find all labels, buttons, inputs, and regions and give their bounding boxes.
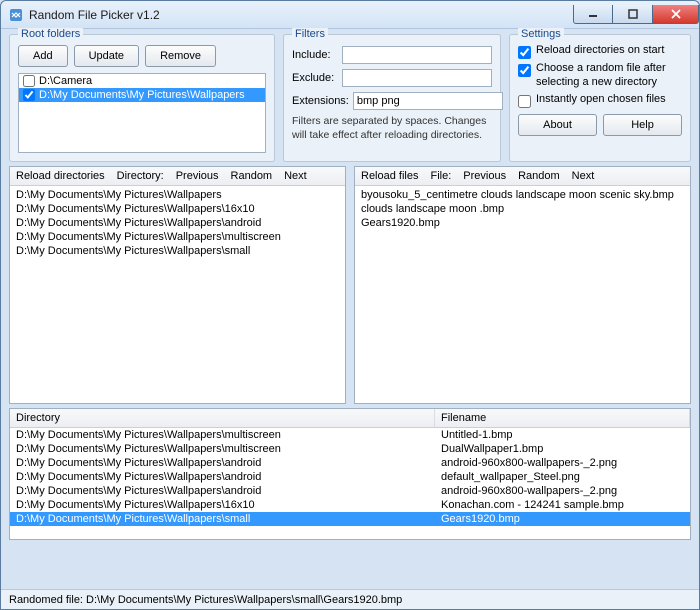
reload-on-start-checkbox[interactable] [518, 46, 531, 59]
status-text: Randomed file: D:\My Documents\My Pictur… [9, 594, 402, 606]
directory-panel-body[interactable]: D:\My Documents\My Pictures\WallpapersD:… [10, 186, 345, 403]
maximize-button[interactable] [613, 5, 653, 24]
app-icon [9, 8, 23, 22]
table-cell-directory: D:\My Documents\My Pictures\Wallpapers\m… [10, 442, 435, 456]
results-table: Directory Filename D:\My Documents\My Pi… [9, 408, 691, 540]
table-cell-filename: Konachan.com - 124241 sample.bmp [435, 498, 690, 512]
close-button[interactable] [653, 5, 699, 24]
window-buttons [573, 5, 699, 24]
file-head-label: File: [430, 170, 451, 182]
titlebar: Random File Picker v1.2 [1, 1, 699, 29]
settings-group: Settings Reload directories on start Cho… [509, 34, 691, 162]
choose-after-select-label: Choose a random file after selecting a n… [536, 62, 682, 90]
table-cell-directory: D:\My Documents\My Pictures\Wallpapers\a… [10, 484, 435, 498]
table-row[interactable]: D:\My Documents\My Pictures\Wallpapers\a… [10, 484, 690, 498]
add-button[interactable]: Add [18, 45, 68, 67]
instant-open-label: Instantly open chosen files [536, 93, 666, 107]
update-button[interactable]: Update [74, 45, 139, 67]
file-previous-link[interactable]: Previous [463, 170, 506, 182]
dir-previous-link[interactable]: Previous [176, 170, 219, 182]
extensions-label: Extensions: [292, 95, 349, 107]
table-cell-filename: DualWallpaper1.bmp [435, 442, 690, 456]
table-cell-filename: default_wallpaper_Steel.png [435, 470, 690, 484]
table-cell-filename: android-960x800-wallpapers-_2.png [435, 484, 690, 498]
table-cell-filename: android-960x800-wallpapers-_2.png [435, 456, 690, 470]
root-folders-title: Root folders [18, 28, 83, 40]
status-bar: Randomed file: D:\My Documents\My Pictur… [1, 589, 699, 609]
directory-row[interactable]: D:\My Documents\My Pictures\Wallpapers\1… [10, 202, 345, 216]
remove-button[interactable]: Remove [145, 45, 216, 67]
root-folder-checkbox[interactable] [23, 75, 35, 87]
about-button[interactable]: About [518, 114, 597, 136]
file-next-link[interactable]: Next [572, 170, 595, 182]
file-row[interactable]: Gears1920.bmp [355, 216, 690, 230]
root-folder-checkbox[interactable] [23, 89, 35, 101]
table-cell-directory: D:\My Documents\My Pictures\Wallpapers\a… [10, 456, 435, 470]
reload-files-link[interactable]: Reload files [361, 170, 418, 182]
table-cell-directory: D:\My Documents\My Pictures\Wallpapers\a… [10, 470, 435, 484]
root-folders-list[interactable]: D:\Camera D:\My Documents\My Pictures\Wal… [18, 73, 266, 153]
window-title: Random File Picker v1.2 [29, 8, 573, 22]
table-cell-filename: Untitled-1.bmp [435, 428, 690, 442]
file-row[interactable]: clouds landscape moon .bmp [355, 202, 690, 216]
directory-row[interactable]: D:\My Documents\My Pictures\Wallpapers [10, 188, 345, 202]
file-panel-body[interactable]: byousoku_5_centimetre clouds landscape m… [355, 186, 690, 403]
app-window: Random File Picker v1.2 Root folders Add… [0, 0, 700, 610]
table-cell-directory: D:\My Documents\My Pictures\Wallpapers\1… [10, 498, 435, 512]
directory-panel: Reload directories Directory: Previous R… [9, 166, 346, 404]
dir-next-link[interactable]: Next [284, 170, 307, 182]
extensions-input[interactable] [353, 92, 503, 110]
reload-directories-link[interactable]: Reload directories [16, 170, 105, 182]
root-folder-path: D:\My Documents\My Pictures\Wallpapers [39, 89, 245, 101]
table-row[interactable]: D:\My Documents\My Pictures\Wallpapers\a… [10, 456, 690, 470]
filters-title: Filters [292, 28, 328, 40]
exclude-label: Exclude: [292, 72, 338, 84]
minimize-button[interactable] [573, 5, 613, 24]
table-cell-directory: D:\My Documents\My Pictures\Wallpapers\m… [10, 428, 435, 442]
include-input[interactable] [342, 46, 492, 64]
dir-random-link[interactable]: Random [231, 170, 273, 182]
exclude-input[interactable] [342, 69, 492, 87]
file-random-link[interactable]: Random [518, 170, 560, 182]
column-header-filename[interactable]: Filename [435, 409, 690, 427]
directory-row[interactable]: D:\My Documents\My Pictures\Wallpapers\m… [10, 230, 345, 244]
choose-after-select-checkbox[interactable] [518, 64, 531, 77]
filters-note: Filters are separated by spaces. Changes… [292, 115, 492, 142]
file-panel: Reload files File: Previous Random Next … [354, 166, 691, 404]
results-table-body[interactable]: D:\My Documents\My Pictures\Wallpapers\m… [10, 428, 690, 539]
settings-title: Settings [518, 28, 564, 40]
directory-row[interactable]: D:\My Documents\My Pictures\Wallpapers\a… [10, 216, 345, 230]
table-row[interactable]: D:\My Documents\My Pictures\Wallpapers\1… [10, 498, 690, 512]
root-folder-buttons: Add Update Remove [18, 45, 266, 67]
include-label: Include: [292, 49, 338, 61]
content-area: Root folders Add Update Remove D:\Camera… [1, 29, 699, 589]
file-row[interactable]: byousoku_5_centimetre clouds landscape m… [355, 188, 690, 202]
reload-on-start-label: Reload directories on start [536, 44, 664, 58]
directory-row[interactable]: D:\My Documents\My Pictures\Wallpapers\s… [10, 244, 345, 258]
table-row[interactable]: D:\My Documents\My Pictures\Wallpapers\m… [10, 442, 690, 456]
column-header-directory[interactable]: Directory [10, 409, 435, 427]
file-panel-header: Reload files File: Previous Random Next [355, 167, 690, 186]
root-folder-item[interactable]: D:\Camera [19, 74, 265, 88]
table-row[interactable]: D:\My Documents\My Pictures\Wallpapers\s… [10, 512, 690, 526]
table-row[interactable]: D:\My Documents\My Pictures\Wallpapers\a… [10, 470, 690, 484]
directory-head-label: Directory: [117, 170, 164, 182]
directory-panel-header: Reload directories Directory: Previous R… [10, 167, 345, 186]
table-cell-directory: D:\My Documents\My Pictures\Wallpapers\s… [10, 512, 435, 526]
help-button[interactable]: Help [603, 114, 682, 136]
top-row: Root folders Add Update Remove D:\Camera… [9, 34, 691, 162]
mid-row: Reload directories Directory: Previous R… [9, 166, 691, 404]
results-table-header: Directory Filename [10, 409, 690, 428]
root-folder-path: D:\Camera [39, 75, 92, 87]
root-folder-item[interactable]: D:\My Documents\My Pictures\Wallpapers [19, 88, 265, 102]
instant-open-checkbox[interactable] [518, 95, 531, 108]
filters-group: Filters Include: Exclude: Extensions: Fi… [283, 34, 501, 162]
table-cell-filename: Gears1920.bmp [435, 512, 690, 526]
table-row[interactable]: D:\My Documents\My Pictures\Wallpapers\m… [10, 428, 690, 442]
root-folders-group: Root folders Add Update Remove D:\Camera… [9, 34, 275, 162]
